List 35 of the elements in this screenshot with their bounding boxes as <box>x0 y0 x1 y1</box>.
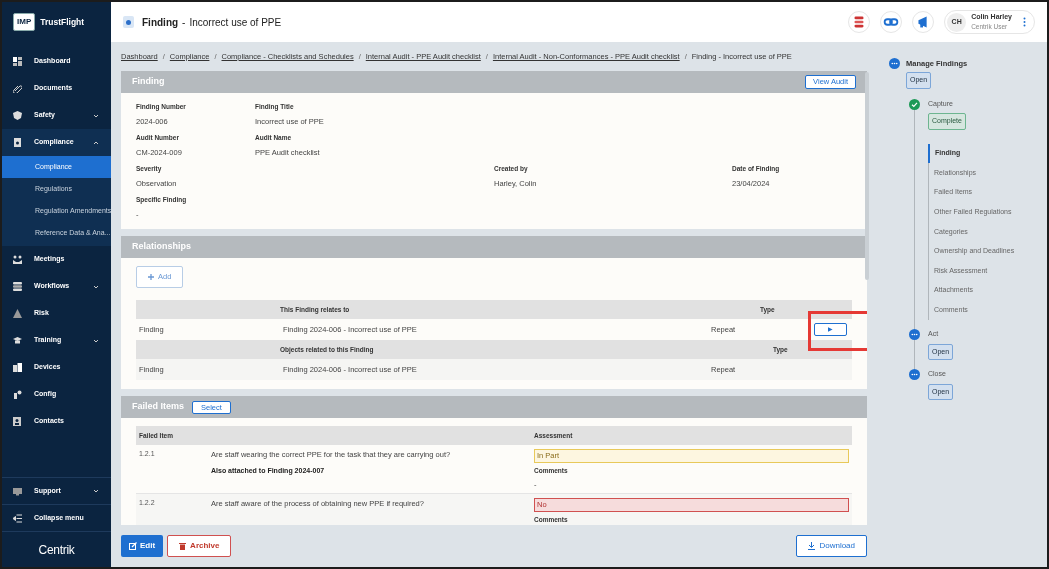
config-icon <box>13 390 22 399</box>
title-separator: - <box>182 15 186 30</box>
warning-icon <box>13 309 22 318</box>
contact-icon <box>13 417 22 426</box>
ellipsis-circle-icon <box>909 369 920 381</box>
centrik-logo: Centrik <box>38 541 75 559</box>
mortarboard-icon <box>13 336 22 345</box>
chevron-down-icon <box>93 113 99 118</box>
devices-icon <box>13 363 22 372</box>
chevron-down-icon <box>93 489 99 493</box>
download-icon <box>808 542 816 550</box>
logo-badge: IMP <box>13 13 36 31</box>
chevron-down-icon <box>93 284 99 289</box>
brand-name: TrustFlight <box>40 15 85 29</box>
shield-icon <box>13 111 22 120</box>
collapse-icon <box>13 513 22 523</box>
check-circle-icon <box>909 98 920 110</box>
edit-icon <box>129 542 137 550</box>
dashboard-icon <box>13 57 22 66</box>
ellipsis-circle-icon <box>889 58 900 69</box>
section-header: Relationships <box>121 236 867 258</box>
chevron-down-icon <box>93 338 99 343</box>
page-subtitle: Incorrect use of PPE <box>189 15 282 30</box>
monitor-icon <box>13 486 22 496</box>
trash-icon <box>179 542 187 550</box>
scrollbar[interactable] <box>865 72 869 280</box>
page-title: Finding <box>142 15 179 30</box>
chevron-up-icon <box>93 140 99 145</box>
archive-button[interactable]: Archive <box>167 535 232 557</box>
download-button[interactable]: Download <box>796 535 867 557</box>
plus-icon <box>148 274 154 280</box>
kebab-icon <box>1023 17 1026 27</box>
edit-button[interactable]: Edit <box>121 535 164 557</box>
stack-icon <box>13 282 22 291</box>
ellipsis-circle-icon <box>909 329 920 341</box>
